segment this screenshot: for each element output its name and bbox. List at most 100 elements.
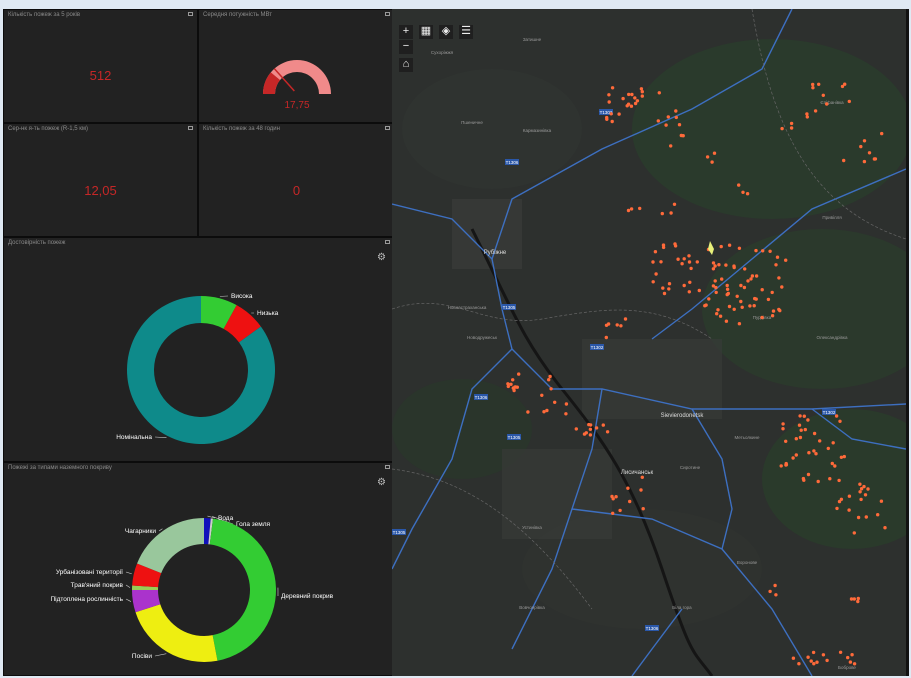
fire-point[interactable] [640, 90, 644, 94]
fire-point[interactable] [797, 423, 802, 427]
fire-point[interactable] [545, 408, 549, 413]
fire-point[interactable] [628, 499, 632, 504]
fire-point[interactable] [735, 294, 739, 298]
fire-point[interactable] [610, 119, 614, 124]
fire-point[interactable] [802, 414, 806, 418]
fire-point[interactable] [707, 297, 711, 301]
fire-point[interactable] [862, 159, 867, 164]
slice-7[interactable] [137, 518, 204, 574]
fire-point[interactable] [629, 207, 634, 211]
maximize-icon[interactable] [188, 126, 193, 130]
fire-point[interactable] [768, 249, 772, 253]
fire-point[interactable] [749, 277, 753, 281]
fire-point[interactable] [856, 515, 861, 520]
fire-point[interactable] [549, 387, 553, 391]
fire-point[interactable] [638, 206, 642, 211]
fire-point[interactable] [542, 410, 546, 414]
fire-point[interactable] [626, 208, 631, 213]
fire-point[interactable] [797, 662, 801, 666]
fire-point[interactable] [588, 433, 593, 437]
fire-point[interactable] [815, 660, 819, 664]
fire-point[interactable] [640, 94, 644, 98]
fire-point[interactable] [774, 593, 778, 597]
fire-point[interactable] [794, 453, 798, 457]
fire-point[interactable] [746, 279, 750, 283]
fire-point[interactable] [727, 243, 732, 247]
fire-point[interactable] [677, 123, 682, 127]
selected-feature[interactable] [708, 241, 714, 255]
fire-point[interactable] [838, 419, 842, 423]
fire-point[interactable] [879, 499, 884, 503]
fire-point[interactable] [662, 291, 667, 296]
fire-point[interactable] [813, 109, 818, 113]
fire-point[interactable] [784, 461, 788, 466]
fire-point[interactable] [867, 151, 872, 155]
fire-point[interactable] [839, 497, 844, 501]
fire-point[interactable] [639, 87, 644, 91]
fire-point[interactable] [627, 92, 631, 97]
fire-point[interactable] [526, 410, 530, 414]
fire-point[interactable] [811, 650, 816, 655]
fire-point[interactable] [826, 446, 830, 451]
fire-point[interactable] [809, 659, 813, 663]
fire-point[interactable] [703, 304, 707, 308]
fire-point[interactable] [750, 274, 755, 278]
fire-point[interactable] [667, 282, 672, 286]
fire-point[interactable] [837, 478, 841, 483]
fire-point[interactable] [883, 526, 887, 530]
fire-point[interactable] [587, 422, 591, 427]
fire-point[interactable] [724, 263, 728, 267]
fire-point[interactable] [777, 276, 781, 280]
fire-point[interactable] [847, 99, 851, 104]
fire-point[interactable] [651, 280, 655, 284]
fire-point[interactable] [512, 388, 516, 393]
maximize-icon[interactable] [188, 12, 193, 16]
fire-point[interactable] [770, 314, 775, 318]
fire-point[interactable] [817, 82, 821, 87]
fire-point[interactable] [774, 263, 778, 267]
zoom-out-button[interactable]: − [399, 40, 413, 54]
fire-point[interactable] [714, 285, 718, 290]
fire-point[interactable] [732, 307, 736, 311]
fire-point[interactable] [812, 449, 816, 453]
fire-point[interactable] [680, 262, 684, 266]
fire-point[interactable] [682, 283, 686, 288]
fire-point[interactable] [798, 435, 803, 440]
fire-point[interactable] [669, 144, 673, 148]
fire-point[interactable] [858, 482, 862, 486]
fire-point[interactable] [856, 599, 860, 604]
fire-point[interactable] [856, 596, 860, 601]
fire-point[interactable] [737, 322, 742, 326]
fire-point[interactable] [619, 324, 623, 328]
fire-point[interactable] [660, 211, 664, 216]
fire-point[interactable] [789, 121, 794, 126]
fire-point[interactable] [791, 656, 796, 660]
fire-point[interactable] [821, 653, 826, 657]
fire-point[interactable] [725, 287, 730, 291]
fire-point[interactable] [847, 508, 851, 512]
fire-point[interactable] [689, 266, 693, 271]
fire-point[interactable] [811, 86, 815, 90]
fire-point[interactable] [714, 290, 718, 295]
fire-point[interactable] [811, 82, 815, 87]
fire-point[interactable] [564, 402, 569, 406]
fire-point[interactable] [838, 650, 843, 654]
fire-point[interactable] [849, 597, 854, 601]
fire-point[interactable] [672, 202, 677, 206]
fire-point[interactable] [664, 123, 668, 127]
fire-point[interactable] [835, 506, 839, 511]
fire-point[interactable] [553, 400, 557, 404]
fire-point[interactable] [839, 455, 844, 459]
fire-point[interactable] [784, 258, 788, 262]
fire-point[interactable] [754, 274, 759, 278]
fire-point[interactable] [659, 260, 663, 264]
fire-point[interactable] [740, 305, 744, 309]
fire-point[interactable] [540, 393, 544, 397]
fire-point[interactable] [791, 456, 795, 460]
fire-point[interactable] [789, 126, 794, 130]
fire-point[interactable] [713, 279, 717, 283]
fire-point[interactable] [611, 497, 615, 501]
fire-point[interactable] [852, 662, 857, 666]
fire-point[interactable] [657, 91, 661, 95]
fire-point[interactable] [713, 264, 717, 268]
